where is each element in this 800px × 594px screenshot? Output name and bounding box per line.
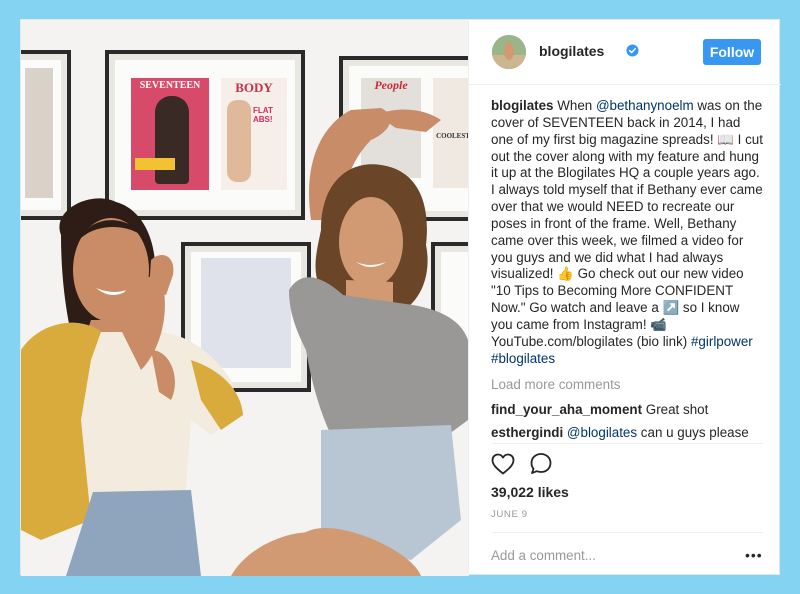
mention-link[interactable]: @blogilates xyxy=(567,425,637,440)
like-count[interactable]: 39,022 likes xyxy=(491,484,569,500)
woman-right xyxy=(231,108,468,576)
more-options-button[interactable]: ••• xyxy=(745,547,763,563)
hashtag-link[interactable]: #girlpower xyxy=(691,334,753,349)
post-card: SEVENTEEN BODY FLAT ABS! People COOLEST xyxy=(20,19,781,576)
username[interactable]: blogilates xyxy=(539,43,604,59)
avatar[interactable] xyxy=(492,35,526,69)
post-caption: blogilates When @bethanynoelm was on the… xyxy=(491,98,763,366)
divider xyxy=(491,443,763,444)
comment: find_your_aha_moment Great shot xyxy=(491,402,709,417)
load-more-comments[interactable]: Load more comments xyxy=(491,377,621,392)
post-photo[interactable]: SEVENTEEN BODY FLAT ABS! People COOLEST xyxy=(21,20,468,576)
heart-icon[interactable] xyxy=(491,453,515,475)
follow-button[interactable]: Follow xyxy=(703,39,761,65)
comment-user[interactable]: find_your_aha_moment xyxy=(491,402,642,417)
caption-author[interactable]: blogilates xyxy=(491,98,554,113)
hashtag-link[interactable]: #blogilates xyxy=(491,351,555,366)
comment-bubble-icon[interactable] xyxy=(529,452,553,476)
comment: esthergindi @blogilates can u guys pleas… xyxy=(491,425,749,440)
comment-user[interactable]: esthergindi xyxy=(491,425,563,440)
verified-badge-icon xyxy=(626,44,639,57)
divider xyxy=(491,532,763,533)
mention-link[interactable]: @bethanynoelm xyxy=(596,98,694,113)
post-header: blogilates Follow xyxy=(469,20,781,85)
post-date[interactable]: JUNE 9 xyxy=(491,509,528,520)
add-comment-input[interactable] xyxy=(491,545,721,565)
post-side-panel: blogilates Follow blogilates When @betha… xyxy=(468,20,781,576)
